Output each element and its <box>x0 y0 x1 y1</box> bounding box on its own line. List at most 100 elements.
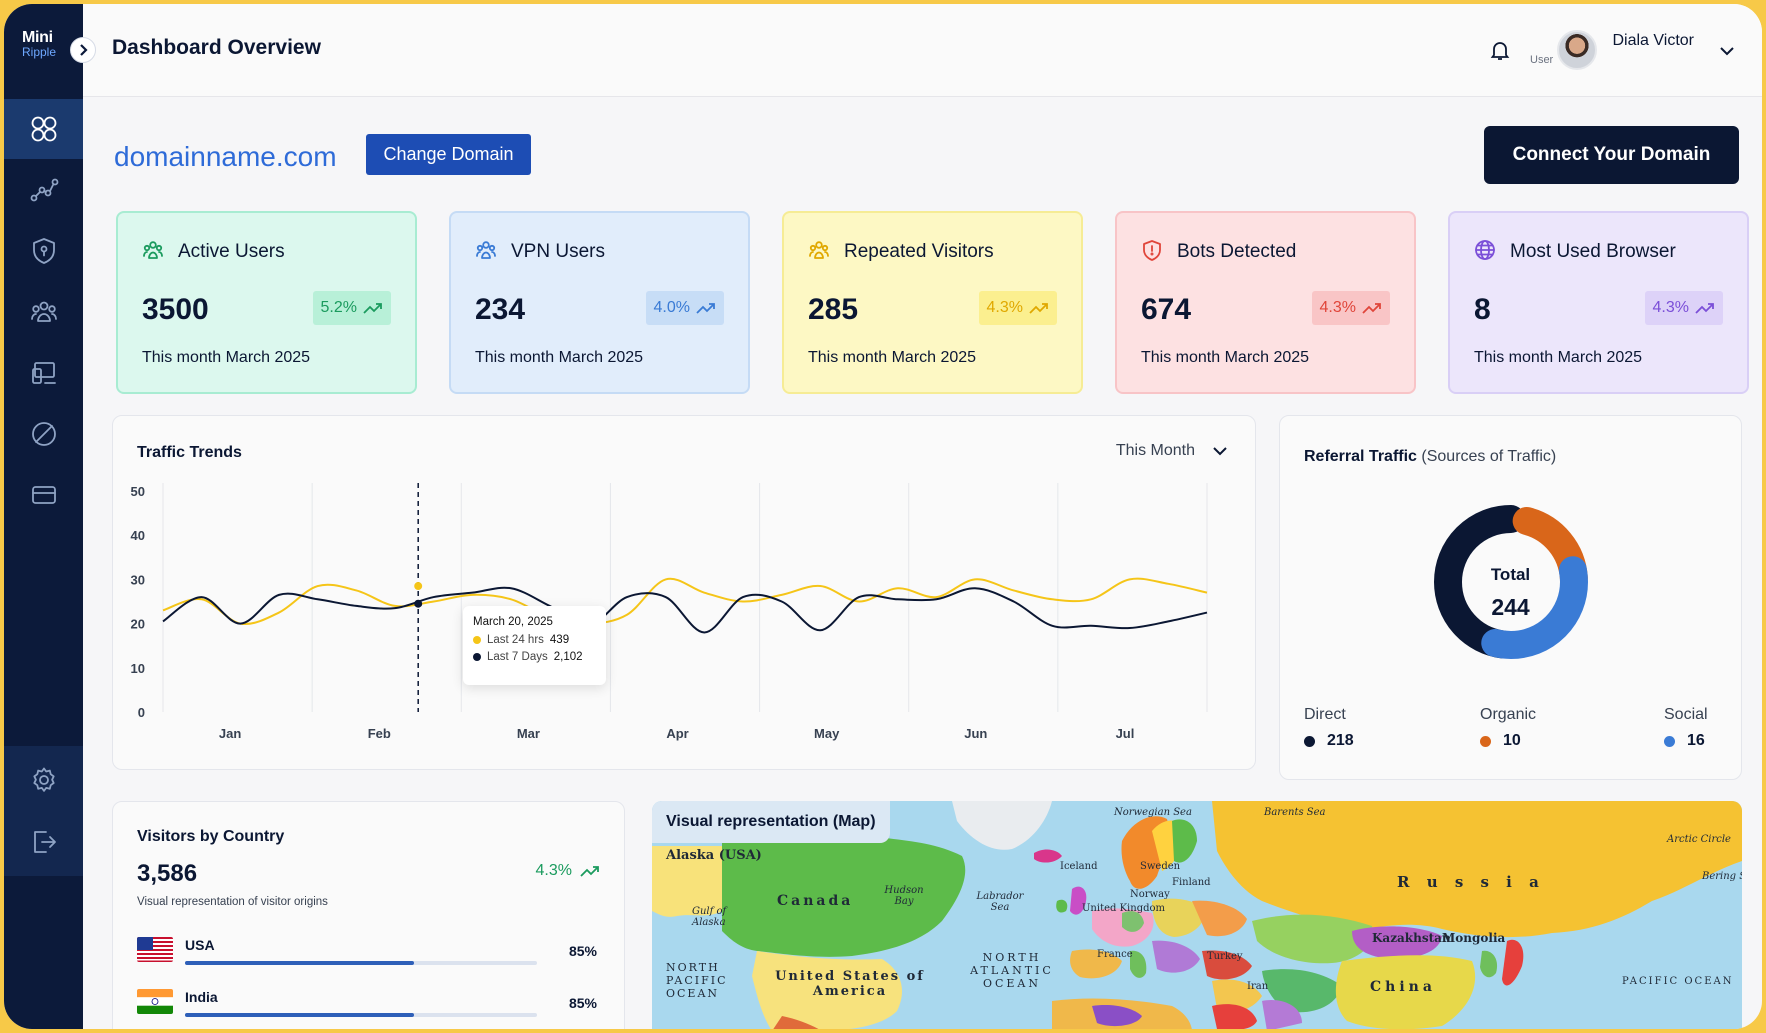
legend-name: Social <box>1664 706 1708 723</box>
map-place-label: Barents Sea <box>1264 807 1326 818</box>
trend-up-icon <box>1362 303 1381 314</box>
tooltip-row: Last 24 hrs 439 <box>473 634 596 646</box>
tooltip-dot <box>473 653 481 661</box>
legend-name: Direct <box>1304 706 1346 723</box>
stat-card-vpn-users[interactable]: VPN Users 234 4.0% This month March 2025 <box>449 211 750 394</box>
connect-domain-button[interactable]: Connect Your Domain <box>1484 126 1739 184</box>
legend-dot <box>1480 735 1491 747</box>
y-tick-label: 50 <box>131 484 145 499</box>
x-tick-label: Mar <box>517 726 540 741</box>
stat-title: VPN Users <box>511 241 605 262</box>
gear-icon <box>32 767 55 792</box>
stat-value: 285 <box>808 293 859 326</box>
sidebar-item-blocked[interactable] <box>4 404 83 464</box>
stat-badge-value: 5.2% <box>320 299 357 316</box>
sidebar-item-devices[interactable] <box>4 343 83 403</box>
country-bar <box>185 1013 537 1017</box>
sidebar-item-dashboard[interactable] <box>4 99 83 159</box>
stat-badge: 5.2% <box>312 291 391 325</box>
trend-up-icon <box>580 866 599 877</box>
world-map[interactable]: Visual representation (Map) Alaska (USA)… <box>652 801 1742 1029</box>
shield-alert-icon <box>1141 239 1163 261</box>
stat-card-repeated-visitors[interactable]: Repeated Visitors 285 4.3% This month March… <box>782 211 1083 394</box>
sidebar-item-settings[interactable] <box>4 750 83 810</box>
brand-logo[interactable]: Mini Ripple <box>22 30 70 59</box>
legend-social: Social 16 <box>1664 706 1708 750</box>
visitors-subtitle: Visual representation of visitor origins <box>137 896 328 908</box>
stat-card-bots-detected[interactable]: Bots Detected 674 4.3% This month March 202… <box>1115 211 1416 394</box>
traffic-title: Traffic Trends <box>137 444 242 461</box>
map-place-label: Finland <box>1172 877 1211 888</box>
legend-value: 16 <box>1687 732 1705 749</box>
notifications-button[interactable] <box>1488 38 1512 62</box>
brand-line2: Ripple <box>22 45 57 59</box>
map-place-label: Norwegian Sea <box>1114 807 1192 818</box>
stat-badge: 4.3% <box>1644 291 1723 325</box>
change-domain-button[interactable]: Change Domain <box>366 134 531 175</box>
stat-badge-value: 4.3% <box>986 299 1023 316</box>
highlight-point <box>414 582 423 591</box>
trend-nodes-icon <box>30 178 58 202</box>
referral-panel: Referral Traffic (Sources of Traffic) To… <box>1279 415 1742 780</box>
stat-value: 8 <box>1474 293 1491 326</box>
legend-value: 218 <box>1327 732 1354 749</box>
map-place-label: Iceland <box>1060 861 1098 872</box>
sidebar-item-logout[interactable] <box>4 812 83 872</box>
country-bar-fill <box>185 961 414 965</box>
stat-card-active-users[interactable]: Active Users 3500 5.2% This month March 202… <box>116 211 417 394</box>
y-tick-label: 20 <box>131 617 145 632</box>
sidebar-item-users[interactable] <box>4 282 83 342</box>
stat-subtitle: This month March 2025 <box>808 349 977 366</box>
chevron-right-icon <box>80 44 88 56</box>
map-place-label: Mongolia <box>1442 931 1506 945</box>
trend-up-icon <box>363 303 382 314</box>
x-tick-label: Apr <box>666 726 688 741</box>
map-place-label: NORTH ATLANTIC OCEAN <box>970 951 1054 990</box>
map-place-label: China <box>1370 979 1436 995</box>
map-place-label: Sweden <box>1140 861 1181 872</box>
legend-dot <box>1304 735 1315 747</box>
stat-value: 234 <box>475 293 526 326</box>
usa-flag-icon <box>137 937 173 962</box>
india-flag-icon <box>137 989 173 1014</box>
country-pct: 85% <box>568 943 597 959</box>
stat-badge-value: 4.0% <box>653 299 690 316</box>
y-tick-label: 40 <box>131 528 145 543</box>
visitors-panel: Visitors by Country 3,586 4.3% Visual re… <box>112 801 625 1029</box>
collapse-sidebar-button[interactable] <box>70 37 96 63</box>
country-bar <box>185 961 537 965</box>
visitors-title: Visitors by Country <box>137 828 285 845</box>
sidebar-item-security[interactable] <box>4 221 83 281</box>
avatar[interactable] <box>1557 30 1597 70</box>
stat-badge-value: 4.3% <box>1319 299 1356 316</box>
users-icon <box>142 239 164 261</box>
stat-badge-value: 4.3% <box>1652 299 1689 316</box>
visitors-badge-value: 4.3% <box>535 862 572 879</box>
legend-value: 10 <box>1503 732 1521 749</box>
user-menu-toggle[interactable] <box>1718 42 1736 60</box>
stat-subtitle: This month March 2025 <box>475 349 644 366</box>
tooltip-dot <box>473 636 481 644</box>
vpn-users-icon <box>475 239 497 261</box>
legend-organic: Organic 10 <box>1480 706 1536 750</box>
stat-card-most-used-browser[interactable]: Most Used Browser 8 4.3% This month March 2… <box>1448 211 1749 394</box>
country-name: USA <box>185 937 215 953</box>
sidebar-item-analytics[interactable] <box>4 160 83 220</box>
tooltip-label: Last 7 Days <box>487 651 548 663</box>
stat-value: 674 <box>1141 293 1192 326</box>
donut-total-value: 244 <box>1491 594 1530 620</box>
map-place-label: United States of America <box>775 969 925 999</box>
brand-line1: Mini <box>22 29 53 46</box>
stat-title: Repeated Visitors <box>844 241 994 262</box>
stat-title: Bots Detected <box>1177 241 1297 262</box>
sidebar-item-billing[interactable] <box>4 465 83 525</box>
user-name[interactable]: Diala Victor <box>1612 32 1694 50</box>
map-place-label: Kazakhstan <box>1372 931 1451 945</box>
x-tick-label: May <box>814 726 840 741</box>
sidebar: Mini Ripple <box>4 4 83 1029</box>
trend-up-icon <box>1695 303 1714 314</box>
stat-subtitle: This month March 2025 <box>1141 349 1310 366</box>
range-select[interactable]: This Month <box>1116 442 1229 460</box>
logout-icon <box>33 831 56 853</box>
chevron-down-icon <box>1213 447 1227 456</box>
